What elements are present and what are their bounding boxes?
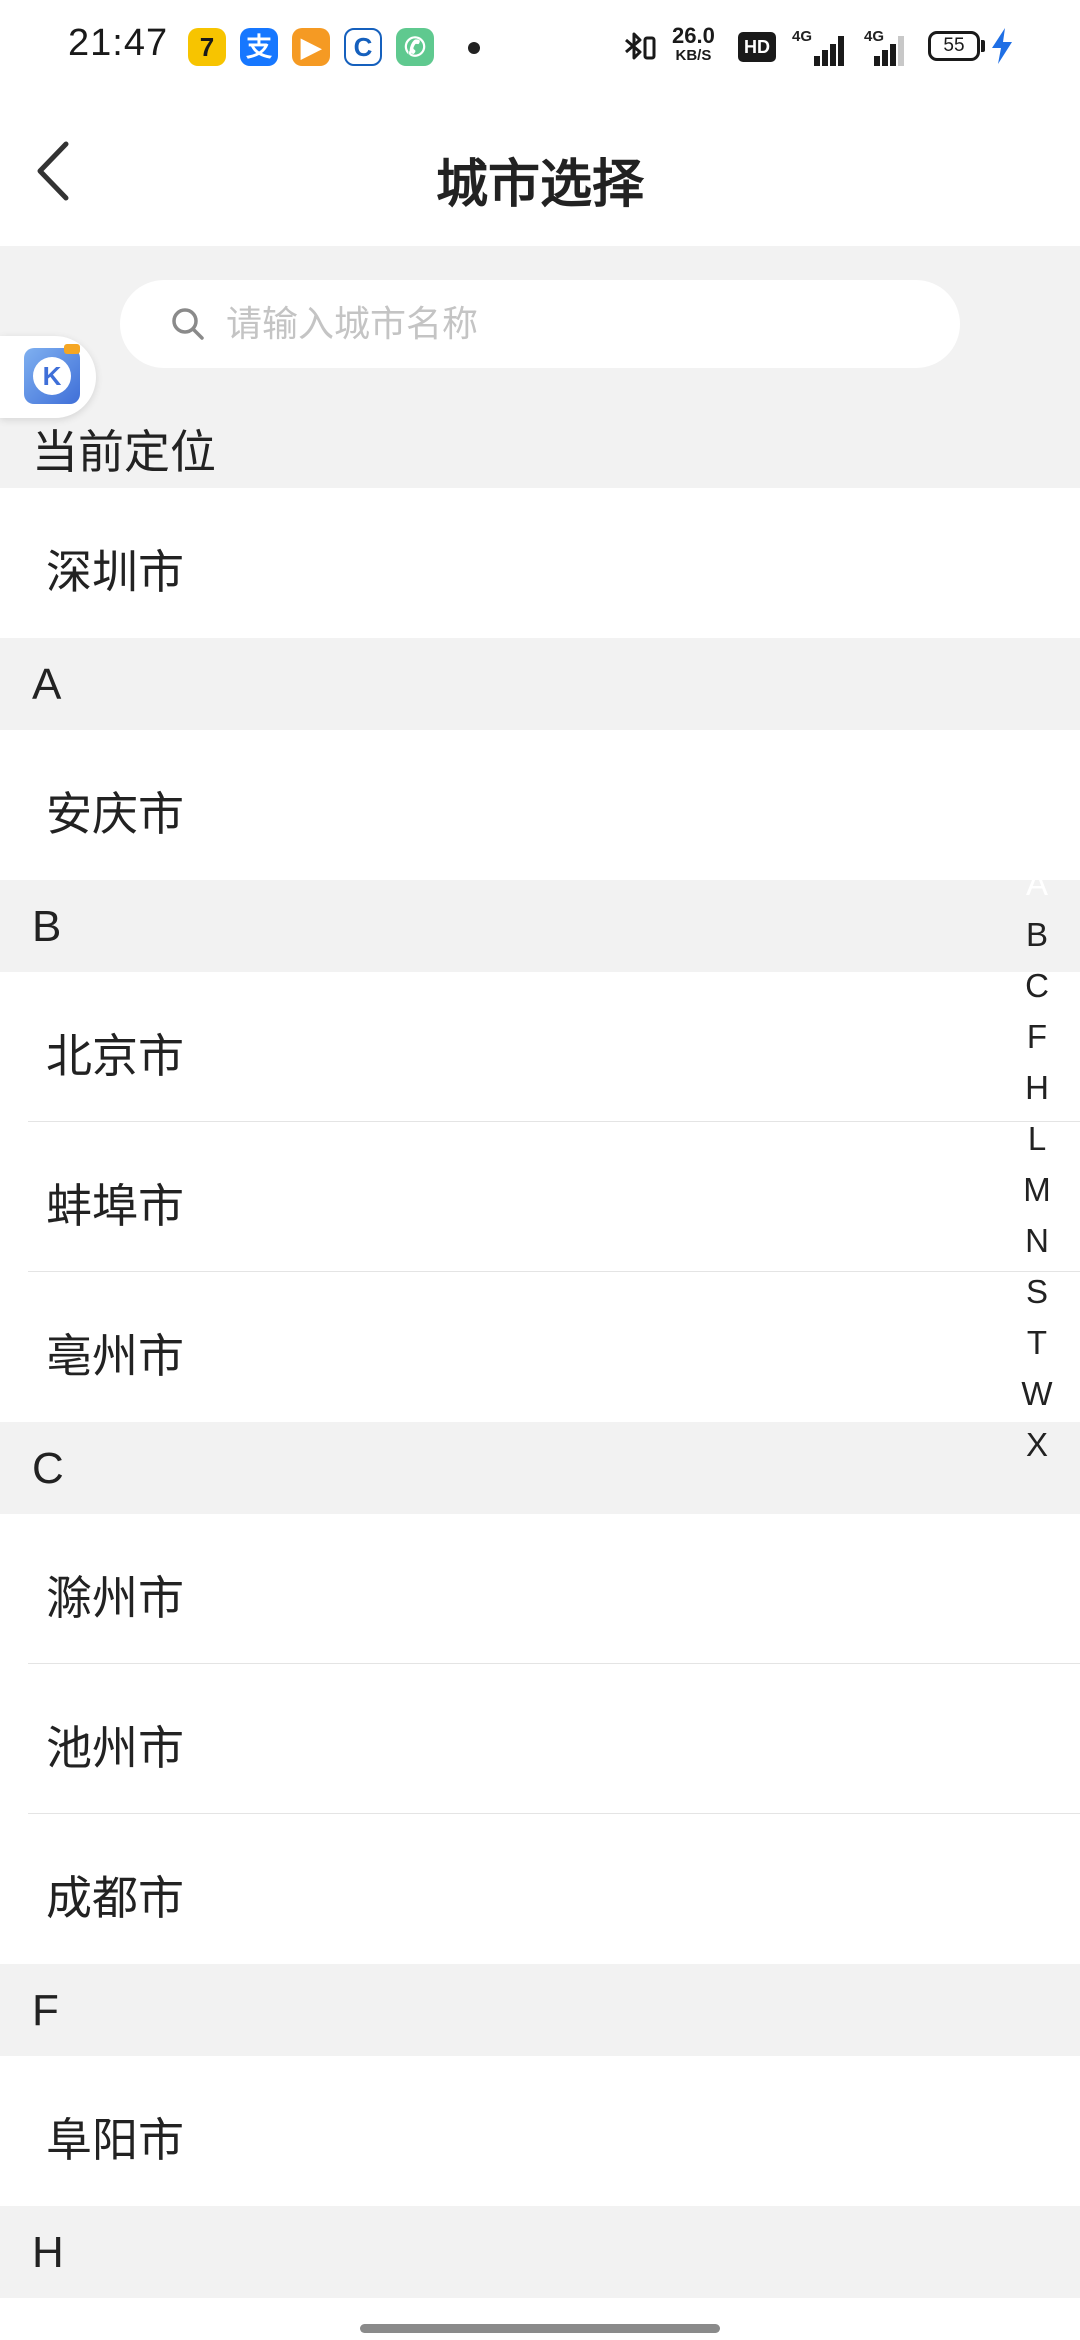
bank-app-icon: C (344, 28, 382, 66)
index-letter-label: W (1021, 1375, 1053, 1412)
status-bar: 21:47 7 支 ▶ C ✆ 26.0 KB/S HD 4G 4G 55 (0, 0, 1080, 96)
city-item[interactable]: 池州市 (0, 1664, 1080, 1814)
section-letter: F (32, 1986, 59, 2035)
section-letter: H (32, 2228, 64, 2277)
index-letter-label: A (1025, 865, 1048, 902)
city-name: 滁州市 (46, 1571, 184, 1625)
city-name: 成都市 (46, 1871, 184, 1925)
battery-icon: 55 (928, 31, 980, 61)
city-name: 亳州市 (46, 1329, 184, 1383)
city-name: 北京市 (46, 1029, 184, 1083)
index-letter-label: T (1026, 1324, 1048, 1361)
search-box[interactable] (120, 280, 960, 368)
city-name: 安庆市 (46, 787, 184, 841)
section-header-a: A (0, 638, 1080, 730)
search-section: 当前定位 (0, 246, 1080, 488)
network-speed-unit: KB/S (675, 47, 712, 64)
index-letter-label: L (1027, 1120, 1047, 1157)
hd-badge: HD (738, 32, 776, 62)
city-name: 池州市 (46, 1721, 184, 1775)
index-letter-s[interactable]: S (1006, 1266, 1068, 1317)
index-letter-l[interactable]: L (1006, 1113, 1068, 1164)
index-letter-n[interactable]: N (1006, 1215, 1068, 1266)
city-item[interactable]: 安庆市 (0, 730, 1080, 880)
index-letter-label: B (1025, 916, 1048, 953)
city-item[interactable]: 成都市 (0, 1814, 1080, 1964)
page-title: 城市选择 (435, 155, 644, 215)
index-letter-x[interactable]: X (1006, 1419, 1068, 1470)
current-location-city[interactable]: 深圳市 (0, 488, 1080, 638)
index-letter-t[interactable]: T (1006, 1317, 1068, 1368)
charging-bolt-icon (992, 28, 1012, 64)
index-letter-w[interactable]: W (1006, 1368, 1068, 1419)
section-header-h: H (0, 2206, 1080, 2298)
index-letter-b[interactable]: B (1006, 909, 1068, 960)
city-item[interactable]: 北京市 (0, 972, 1080, 1122)
city-list: 深圳市 A 安庆市 B 北京市 蚌埠市 亳州市 C 滁州市 池州市 成都市 F … (0, 488, 1080, 2298)
current-location-header: 当前定位 (32, 425, 216, 479)
home-indicator[interactable] (360, 2324, 720, 2333)
floating-app-badge[interactable]: K (0, 336, 96, 418)
index-letter-a[interactable]: A (1006, 856, 1068, 914)
bluetooth-icon (625, 32, 656, 60)
signal-1-label: 4G (792, 28, 813, 45)
index-letter-h[interactable]: H (1006, 1062, 1068, 1113)
qq-browser-icon: 7 (188, 28, 226, 66)
index-letter-label: M (1023, 1171, 1051, 1208)
section-letter: C (32, 1444, 64, 1493)
index-letter-m[interactable]: M (1006, 1164, 1068, 1215)
city-item[interactable]: 蚌埠市 (0, 1122, 1080, 1272)
index-letter-label: X (1025, 1426, 1048, 1463)
network-speed-value: 26.0 (672, 23, 715, 48)
search-input[interactable] (226, 280, 926, 368)
section-header-c: C (0, 1422, 1080, 1514)
section-letter: A (32, 660, 62, 709)
section-letter: B (32, 902, 62, 951)
city-name: 阜阳市 (46, 2113, 184, 2167)
alphabet-index: A B C F H L M N S T W X (1006, 856, 1068, 1470)
index-letter-f[interactable]: F (1006, 1011, 1068, 1062)
notification-dot-icon (468, 42, 480, 54)
phone-app-icon: ✆ (396, 28, 434, 66)
index-letter-c[interactable]: C (1006, 960, 1068, 1011)
index-letter-label: N (1025, 1222, 1049, 1259)
section-header-b: B (0, 880, 1080, 972)
city-item[interactable]: 滁州市 (0, 1514, 1080, 1664)
city-name: 蚌埠市 (46, 1179, 184, 1233)
city-name: 深圳市 (46, 545, 184, 599)
search-icon (172, 308, 204, 340)
alipay-icon: 支 (240, 28, 278, 66)
city-item[interactable]: 阜阳市 (0, 2056, 1080, 2206)
status-time: 21:47 (68, 22, 169, 64)
index-letter-label: H (1025, 1069, 1049, 1106)
index-letter-label: C (1025, 967, 1049, 1004)
signal-1-icon: 4G (792, 28, 848, 66)
signal-2-label: 4G (864, 28, 885, 45)
battery-tip (981, 40, 985, 52)
index-letter-label: F (1026, 1018, 1048, 1055)
signal-2-icon: 4G (864, 28, 920, 66)
city-item[interactable]: 亳州市 (0, 1272, 1080, 1422)
badge-tag-icon (64, 344, 80, 354)
network-speed: 26.0 KB/S (672, 23, 715, 66)
index-letter-label: S (1025, 1273, 1048, 1310)
video-app-icon: ▶ (292, 28, 330, 66)
section-header-f: F (0, 1964, 1080, 2056)
k-logo-icon: K (24, 348, 80, 404)
nav-bar: 城市选择 (0, 96, 1080, 246)
